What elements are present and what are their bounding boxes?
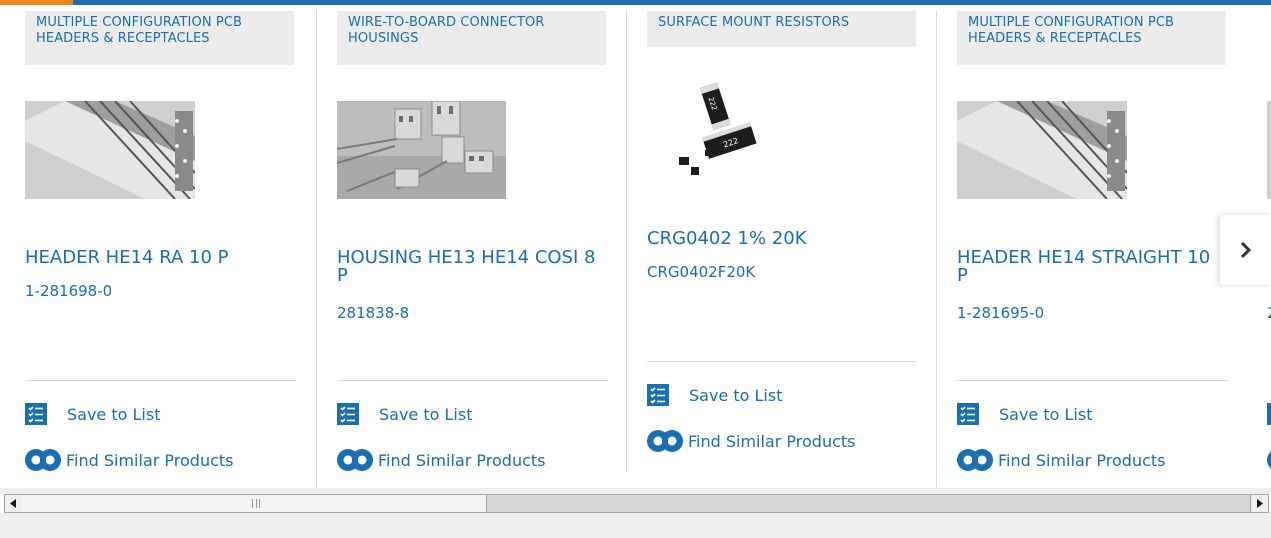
binoculars-icon xyxy=(647,430,683,452)
part-number-link[interactable]: 1-281695-0 xyxy=(957,304,1044,322)
binoculars-icon xyxy=(337,449,373,471)
checklist-icon xyxy=(647,384,669,406)
product-title-link[interactable]: HEADER HE14 STRAIGHT 10 P xyxy=(957,249,1217,285)
part-number-link[interactable]: 281838-8 xyxy=(337,304,409,322)
product-title-link[interactable]: HOUSING HE13 HE14 COSI 8 P xyxy=(337,249,597,285)
checklist-icon xyxy=(1267,403,1271,425)
product-image[interactable] xyxy=(1267,101,1271,199)
find-similar-button[interactable]: Find Similar Products xyxy=(337,448,546,472)
binoculars-icon xyxy=(1267,451,1271,469)
product-title-link[interactable]: HEADER HE14 RA 10 P xyxy=(25,249,285,267)
find-similar-label: Find Similar Products xyxy=(66,450,234,470)
save-to-list-button[interactable]: Save to List xyxy=(25,402,160,426)
save-to-list-label: Save to List xyxy=(379,404,473,424)
product-image[interactable]: 222 222 xyxy=(669,82,759,182)
find-similar-button[interactable]: Find Similar Products xyxy=(647,429,856,453)
part-number-link[interactable]: 2 xyxy=(1267,304,1271,322)
find-similar-label: Find Similar Products xyxy=(688,431,856,451)
binoculars-icon xyxy=(957,449,993,471)
find-similar-button[interactable]: Find Similar Products xyxy=(25,448,234,472)
horizontal-scrollbar[interactable] xyxy=(4,494,1269,513)
save-to-list-button[interactable]: Save to List xyxy=(957,402,1092,426)
divider xyxy=(647,361,916,362)
product-image[interactable] xyxy=(337,101,506,199)
product-image[interactable] xyxy=(957,101,1127,199)
card-divider xyxy=(936,10,937,488)
carousel-next-button[interactable] xyxy=(1220,215,1271,285)
footer-band xyxy=(0,513,1271,538)
scroll-right-button[interactable] xyxy=(1250,495,1268,512)
card-divider xyxy=(316,10,317,488)
category-label[interactable]: MULTIPLE CONFIGURATION PCB HEADERS & REC… xyxy=(957,11,1226,65)
category-label[interactable]: SURFACE MOUNT RESISTORS xyxy=(647,11,916,47)
divider xyxy=(25,380,296,381)
scrollbar-thumb[interactable] xyxy=(22,495,487,512)
divider xyxy=(337,380,608,381)
save-to-list-label: Save to List xyxy=(689,385,783,405)
scroll-left-button[interactable] xyxy=(5,495,23,512)
product-card: SURFACE MOUNT RESISTORS 222 222 CRG0402 … xyxy=(647,5,918,485)
arrow-left-icon xyxy=(10,499,16,508)
arrow-right-icon xyxy=(1257,499,1263,508)
category-label[interactable]: MULTIPLE CONFIGURATION PCB HEADERS & REC… xyxy=(25,11,294,65)
product-image[interactable] xyxy=(25,101,195,199)
save-to-list-button[interactable]: Save to List xyxy=(647,383,782,407)
product-card: MULTIPLE CONFIGURATION PCB HEADERS & REC… xyxy=(25,5,296,485)
find-similar-label: Find Similar Products xyxy=(998,450,1166,470)
find-similar-label: Find Similar Products xyxy=(378,450,546,470)
part-number-link[interactable]: CRG0402F20K xyxy=(647,263,755,281)
chevron-right-icon xyxy=(1240,241,1251,259)
product-title-link[interactable]: CRG0402 1% 20K xyxy=(647,230,907,248)
category-label[interactable]: WIRE-TO-BOARD CONNECTOR HOUSINGS xyxy=(337,11,606,65)
save-to-list-label: Save to List xyxy=(67,404,161,424)
divider xyxy=(957,380,1228,381)
product-carousel: MULTIPLE CONFIGURATION PCB HEADERS & REC… xyxy=(0,5,1271,488)
save-to-list-button[interactable]: Save to List xyxy=(337,402,472,426)
product-card: WIRE-TO-BOARD CONNECTOR HOUSINGS HOUSING… xyxy=(337,5,608,485)
part-number-link[interactable]: 1-281698-0 xyxy=(25,282,112,300)
scrollbar-grip xyxy=(252,499,260,508)
save-to-list-button[interactable] xyxy=(1267,402,1271,426)
checklist-icon xyxy=(25,403,47,425)
checklist-icon xyxy=(337,403,359,425)
card-divider xyxy=(626,10,627,472)
find-similar-button[interactable] xyxy=(1267,448,1271,472)
checklist-icon xyxy=(957,403,979,425)
find-similar-button[interactable]: Find Similar Products xyxy=(957,448,1166,472)
product-card: MULTIPLE CONFIGURATION PCB HEADERS & REC… xyxy=(957,5,1228,485)
save-to-list-label: Save to List xyxy=(999,404,1093,424)
binoculars-icon xyxy=(25,449,61,471)
